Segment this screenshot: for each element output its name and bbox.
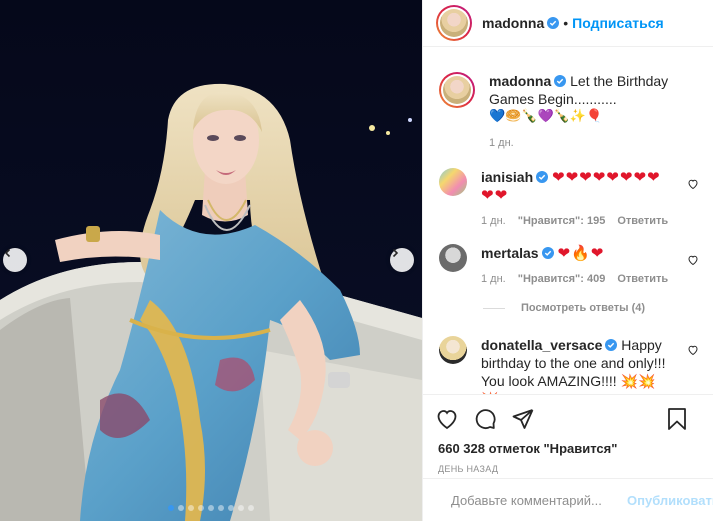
caption: madonna Let the Birthday Games Begin....… <box>439 72 699 152</box>
chevron-left-icon <box>4 248 11 258</box>
heart-icon[interactable] <box>435 407 459 431</box>
caption-avatar[interactable] <box>439 72 475 108</box>
post-photo[interactable] <box>0 0 422 521</box>
carousel-dot <box>218 505 224 511</box>
carousel-dot <box>188 505 194 511</box>
comment-time[interactable]: 1 дн. <box>481 212 506 230</box>
commenter-avatar[interactable] <box>439 168 467 196</box>
caption-username[interactable]: madonna <box>489 73 551 89</box>
bookmark-icon[interactable] <box>666 407 688 431</box>
next-photo-button[interactable] <box>390 248 414 272</box>
comment-item: mertalas ❤🔥❤ 1 дн. "Нравится": 409 Ответ… <box>439 244 699 288</box>
comment-item: donatella_versace Happy birthday to the … <box>439 336 699 394</box>
comment-item: ianisiah ❤❤❤❤❤❤❤❤❤❤ 1 дн. "Нравится": 19… <box>439 168 699 230</box>
verified-icon <box>605 339 618 351</box>
verified-icon <box>554 75 567 87</box>
carousel-dots <box>0 505 422 511</box>
share-icon[interactable] <box>511 407 535 431</box>
comment-likes[interactable]: "Нравится": 409 <box>518 270 606 288</box>
reply-button[interactable]: Ответить <box>617 270 668 288</box>
carousel-dot <box>208 505 214 511</box>
carousel-dot <box>168 505 174 511</box>
likes-count[interactable]: 660 328 отметок "Нравится" <box>435 441 702 456</box>
comment-username[interactable]: donatella_versace <box>481 337 602 353</box>
heart-icon[interactable] <box>687 254 699 266</box>
comment-time[interactable]: 1 дн. <box>481 270 506 288</box>
comments-list[interactable]: madonna Let the Birthday Games Begin....… <box>423 48 713 394</box>
commenter-avatar[interactable] <box>439 244 467 272</box>
post-date[interactable]: ДЕНЬ НАЗАД <box>435 464 702 474</box>
view-replies-button[interactable]: Посмотреть ответы (4) <box>483 302 645 314</box>
comment-username[interactable]: ianisiah <box>481 169 533 185</box>
caption-emojis: 💙🥯🍾💜🍾✨🎈 <box>489 109 603 124</box>
commenter-avatar[interactable] <box>439 336 467 364</box>
post-header: madonna • Подписаться <box>423 0 713 47</box>
comment-text: ❤🔥❤ <box>557 244 605 262</box>
view-replies-label: Посмотреть ответы (4) <box>521 302 646 314</box>
heart-icon[interactable] <box>687 178 699 190</box>
header-separator: • <box>563 15 569 31</box>
comment-icon[interactable] <box>473 407 497 431</box>
carousel-dot <box>238 505 244 511</box>
verified-icon <box>541 247 554 259</box>
chevron-right-icon <box>392 248 399 258</box>
comment-input[interactable] <box>451 492 627 508</box>
carousel-dot <box>198 505 204 511</box>
carousel-dot <box>228 505 234 511</box>
reply-button[interactable]: Ответить <box>617 212 668 230</box>
verified-icon <box>547 17 560 29</box>
author-avatar[interactable] <box>436 5 472 41</box>
follow-button[interactable]: Подписаться <box>572 15 664 31</box>
comment-likes[interactable]: "Нравится": 195 <box>518 212 606 230</box>
author-username[interactable]: madonna <box>482 15 544 31</box>
photo-image <box>0 0 422 521</box>
heart-icon[interactable] <box>687 344 699 356</box>
publish-button[interactable]: Опубликовать <box>627 493 713 508</box>
verified-icon <box>536 171 549 183</box>
carousel-dot <box>178 505 184 511</box>
add-comment-bar: Опубликовать <box>423 478 713 521</box>
post-panel: madonna • Подписаться madonna Let the Bi… <box>422 0 713 521</box>
carousel-dot <box>248 505 254 511</box>
post-actions: 660 328 отметок "Нравится" ДЕНЬ НАЗАД <box>423 394 713 474</box>
previous-photo-button[interactable] <box>3 248 27 272</box>
comment-username[interactable]: mertalas <box>481 245 539 261</box>
caption-time[interactable]: 1 дн. <box>489 134 514 152</box>
replies-divider <box>483 307 505 309</box>
